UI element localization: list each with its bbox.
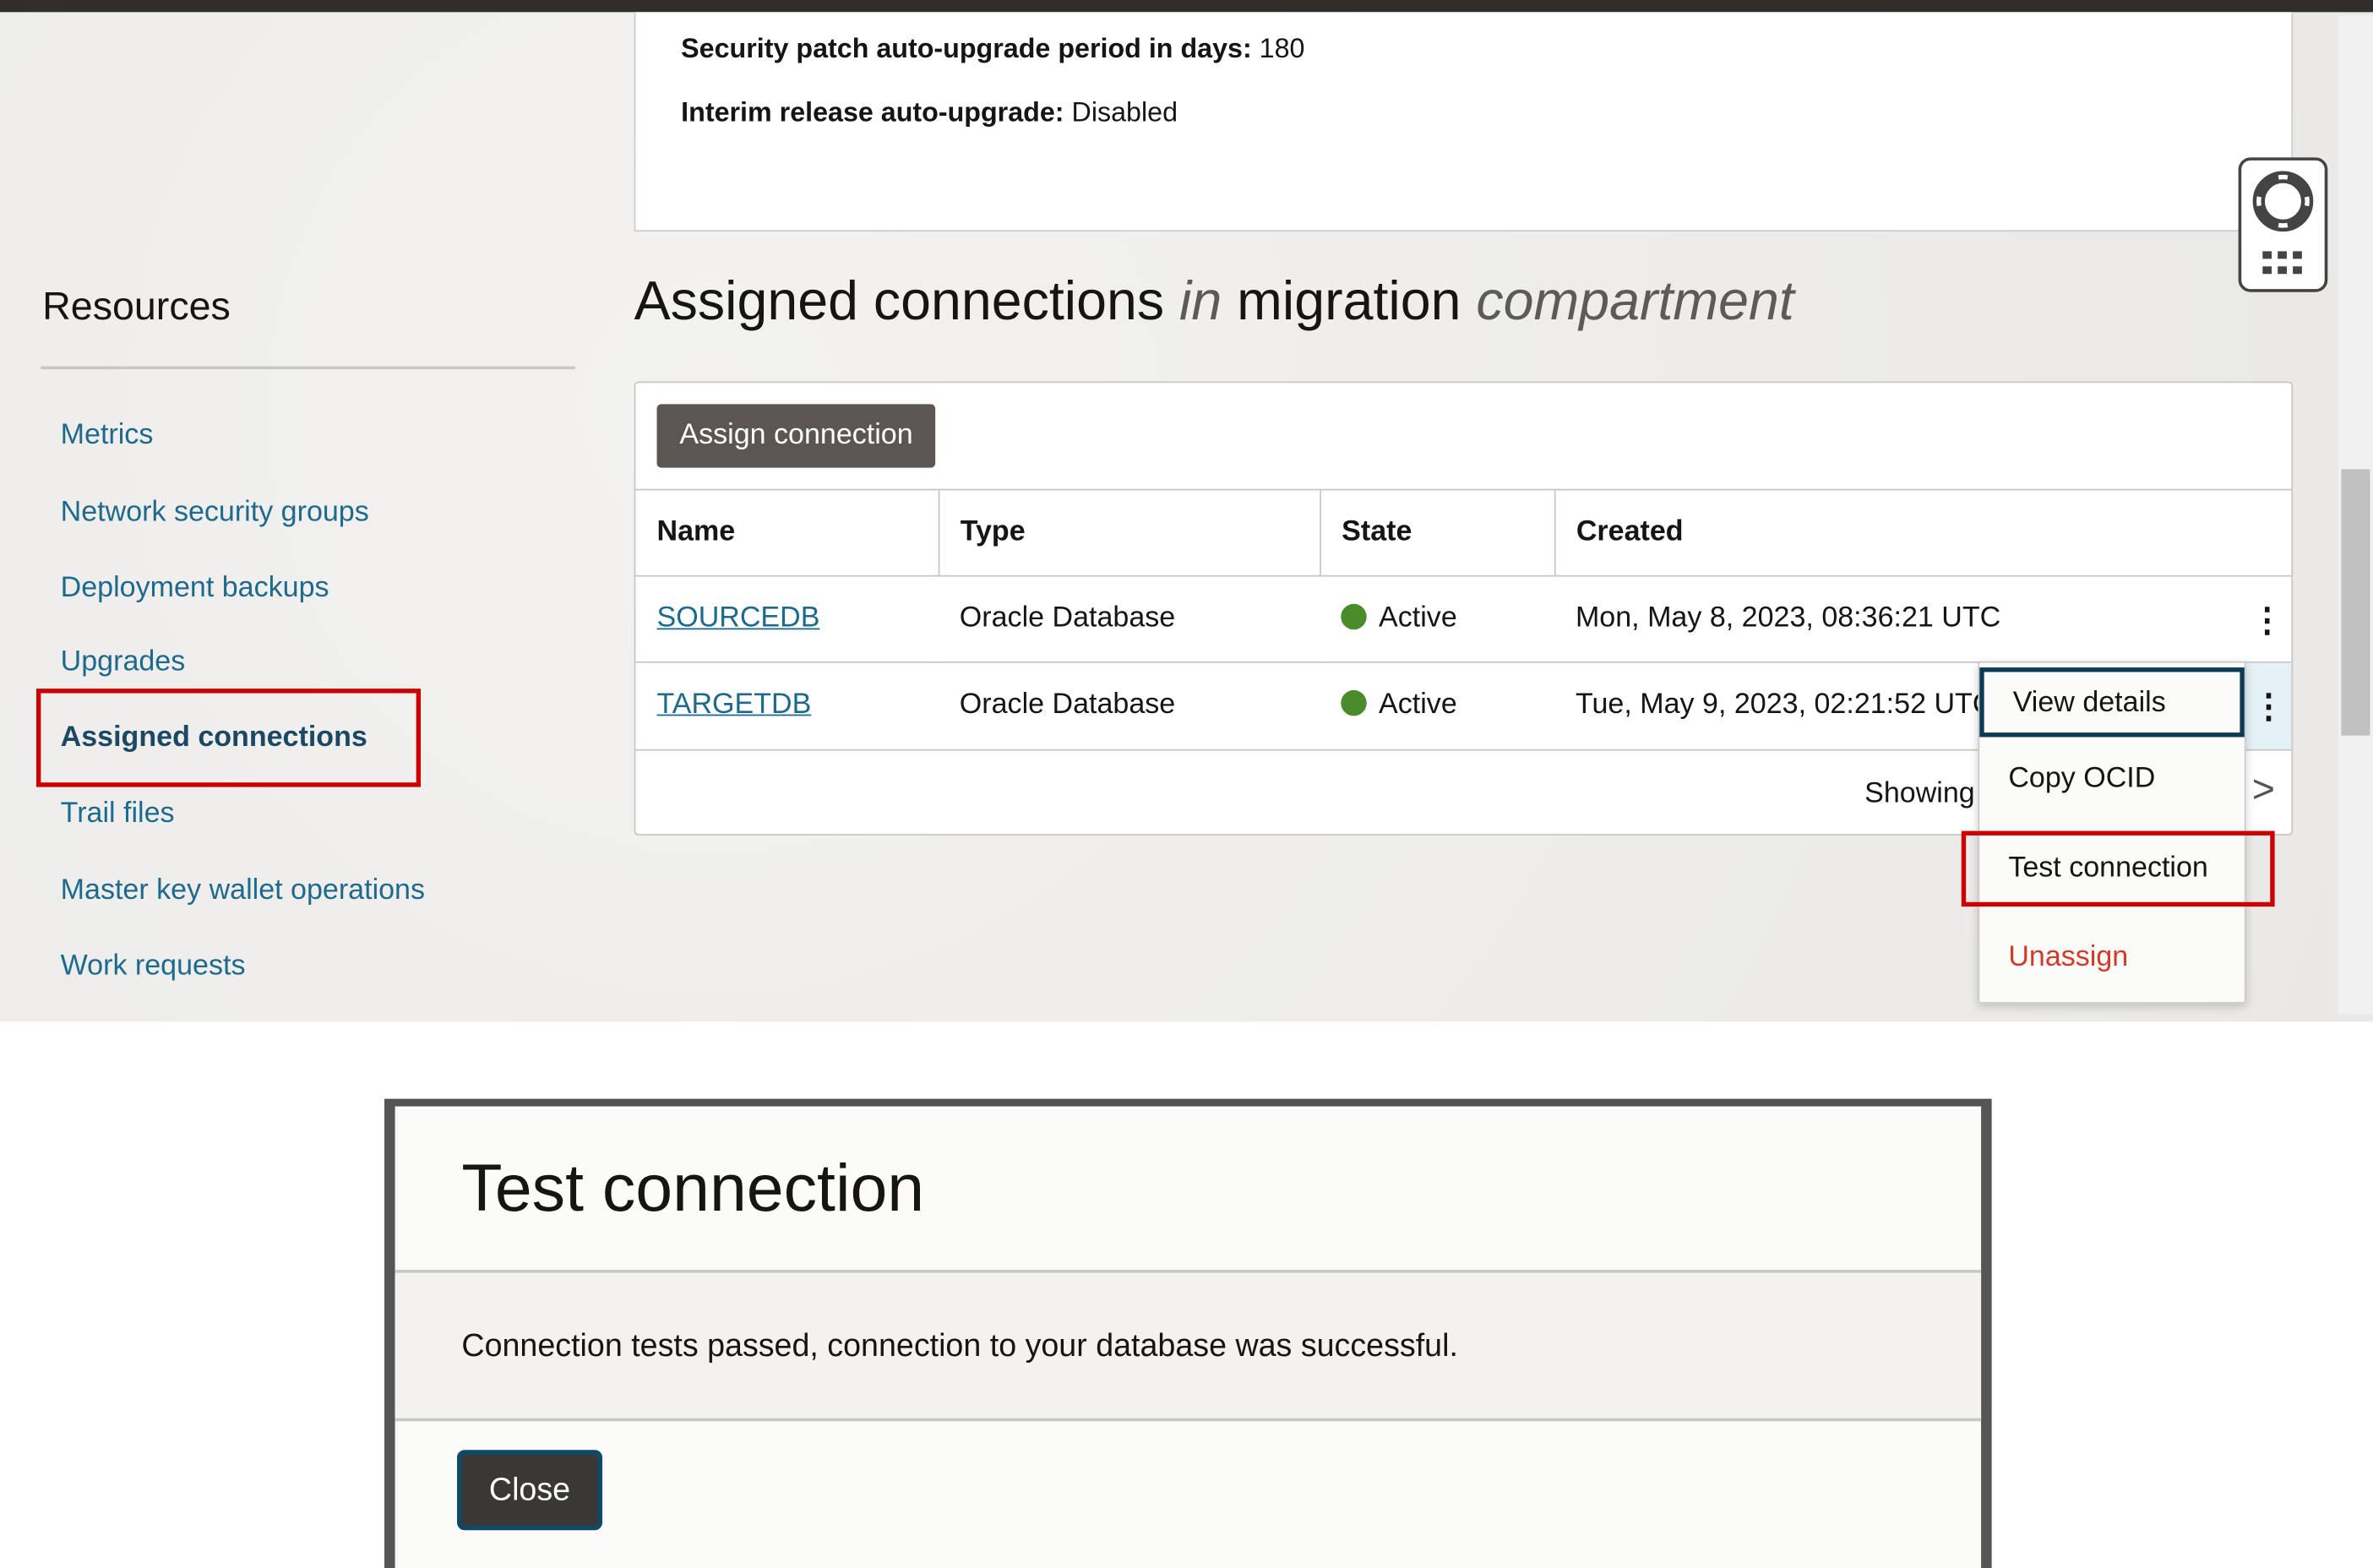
state-cell: Active <box>1320 574 1554 662</box>
nav-master-key-wallet[interactable]: Master key wallet operations <box>61 874 425 907</box>
dialog-body: Connection tests passed, connection to y… <box>395 1270 1982 1422</box>
grid-icon <box>2262 251 2302 275</box>
table-header: Name Type State Created <box>635 488 2292 576</box>
help-widget[interactable] <box>2238 157 2328 292</box>
highlight-box <box>35 689 422 787</box>
chevron-right-icon[interactable]: > <box>2252 765 2275 813</box>
top-bar <box>0 0 2373 13</box>
nav-deployment-backups[interactable]: Deployment backups <box>61 572 329 605</box>
menu-view-details[interactable]: View details <box>1979 667 2245 738</box>
nav-trail-files[interactable]: Trail files <box>61 798 175 830</box>
divider <box>41 366 575 370</box>
nav-network-security-groups[interactable]: Network security groups <box>61 497 369 530</box>
showing-text: Showing <box>1864 777 1975 810</box>
highlight-box <box>1961 830 2275 907</box>
col-created[interactable]: Created <box>1554 488 2292 576</box>
nav-metrics[interactable]: Metrics <box>61 419 154 452</box>
deployment-info-card: Security patch auto-upgrade period in da… <box>634 12 2294 232</box>
connection-link[interactable]: TARGETDB <box>657 689 812 721</box>
kebab-icon[interactable]: ⋮ <box>2245 662 2292 749</box>
menu-copy-ocid[interactable]: Copy OCID <box>1979 763 2245 796</box>
kebab-icon[interactable]: ⋮ <box>2249 577 2285 663</box>
nav-upgrades[interactable]: Upgrades <box>61 646 186 679</box>
test-connection-dialog: Test connection Connection tests passed,… <box>395 1106 1982 1568</box>
col-state[interactable]: State <box>1320 488 1555 576</box>
col-name[interactable]: Name <box>635 488 939 576</box>
created-cell: Mon, May 8, 2023, 08:36:21 UTC ⋮ <box>1554 574 2292 663</box>
menu-unassign[interactable]: Unassign <box>1979 941 2245 974</box>
page-heading: Assigned connections in migration compar… <box>634 269 1794 332</box>
type-cell: Oracle Database <box>938 661 1320 749</box>
patch-period: Security patch auto-upgrade period in da… <box>681 33 1305 64</box>
status-dot-icon <box>1341 603 1367 630</box>
type-cell: Oracle Database <box>938 574 1320 662</box>
state-cell: Active <box>1320 661 1554 749</box>
dialog-title: Test connection <box>461 1152 925 1227</box>
connection-link[interactable]: SOURCEDB <box>657 602 820 634</box>
console-page: Security patch auto-upgrade period in da… <box>0 0 2373 1022</box>
table-row: SOURCEDB Oracle Database Active Mon, May… <box>635 574 2292 663</box>
interim-upgrade: Interim release auto-upgrade: Disabled <box>681 96 1178 128</box>
close-button[interactable]: Close <box>457 1450 603 1531</box>
status-dot-icon <box>1341 690 1367 716</box>
lifebuoy-icon <box>2252 171 2314 275</box>
resources-title: Resources <box>42 283 231 329</box>
col-type[interactable]: Type <box>938 488 1321 576</box>
nav-work-requests[interactable]: Work requests <box>61 950 246 983</box>
dialog-message: Connection tests passed, connection to y… <box>461 1328 1458 1364</box>
assign-connection-button[interactable]: Assign connection <box>656 404 936 468</box>
scrollbar-thumb[interactable] <box>2341 469 2370 736</box>
